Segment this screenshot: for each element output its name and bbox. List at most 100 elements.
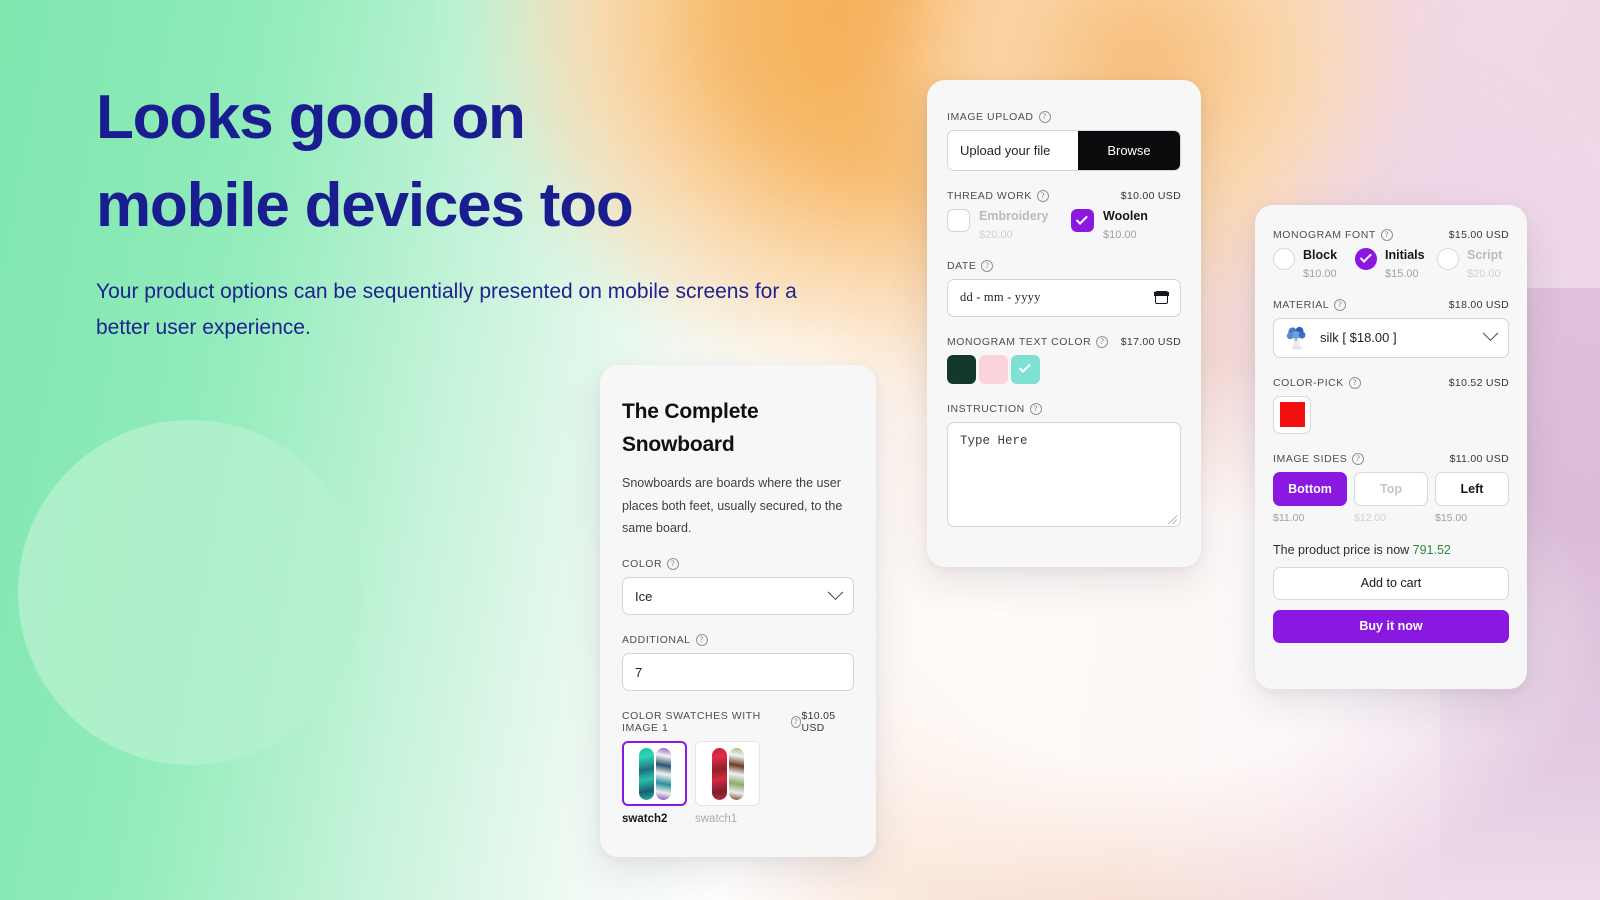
checkbox-embroidery[interactable] bbox=[947, 209, 970, 232]
options-card: MONOGRAM FONT ? $15.00 USD Block $10.00 … bbox=[1255, 205, 1527, 689]
side-option-left[interactable]: Left bbox=[1435, 471, 1509, 506]
date-input[interactable]: dd - mm - yyyy bbox=[947, 278, 1181, 317]
product-card: The Complete Snowboard Snowboards are bo… bbox=[600, 365, 876, 857]
thread-option-price: $20.00 bbox=[979, 228, 1013, 241]
thread-option-woolen[interactable]: Woolen $10.00 bbox=[1071, 209, 1181, 241]
monogram-color-label-text: MONOGRAM TEXT COLOR bbox=[947, 335, 1092, 348]
material-label: MATERIAL ? bbox=[1273, 298, 1347, 311]
date-field-header: DATE ? bbox=[947, 259, 1181, 272]
thread-option-name: Embroidery bbox=[979, 209, 1049, 223]
check-icon bbox=[1359, 250, 1372, 263]
color-swatch-dark-green[interactable] bbox=[947, 354, 976, 384]
snowboard-graphic-a bbox=[638, 747, 654, 800]
monogram-color-price: $17.00 USD bbox=[1120, 335, 1181, 348]
color-picker[interactable] bbox=[1273, 395, 1311, 434]
image-upload-label: IMAGE UPLOAD ? bbox=[947, 111, 1051, 123]
help-icon[interactable]: ? bbox=[1036, 190, 1049, 202]
font-option-text: Script $20.00 bbox=[1467, 248, 1502, 280]
image-sides-options: Bottom Top Left bbox=[1273, 471, 1509, 506]
instruction-header: INSTRUCTION ? bbox=[947, 402, 1181, 415]
page-title: Looks good on mobile devices too bbox=[96, 74, 816, 250]
color-pick-price: $10.52 USD bbox=[1448, 376, 1509, 389]
additional-label-text: ADDITIONAL bbox=[622, 634, 691, 647]
background-green-circle bbox=[18, 420, 363, 765]
color-label-text: COLOR bbox=[622, 558, 663, 571]
material-label-text: MATERIAL bbox=[1273, 298, 1330, 311]
help-icon[interactable]: ? bbox=[667, 558, 680, 571]
instruction-label-text: INSTRUCTION bbox=[947, 402, 1025, 415]
swatch-option[interactable]: swatch1 bbox=[695, 741, 760, 825]
image-sides-price: $11.00 USD bbox=[1449, 452, 1509, 465]
font-option-text: Initials $15.00 bbox=[1385, 248, 1425, 280]
swatch-image-1[interactable] bbox=[695, 741, 760, 807]
snowboard-graphic-b bbox=[655, 747, 671, 800]
thread-option-embroidery[interactable]: Embroidery $20.00 bbox=[947, 209, 1057, 241]
help-icon[interactable]: ? bbox=[1352, 452, 1365, 465]
thread-option-price: $10.00 bbox=[1103, 228, 1137, 241]
swatch-field-label: COLOR SWATCHES WITH IMAGE 1 ? bbox=[622, 710, 802, 734]
font-option-initials[interactable]: Initials $15.00 bbox=[1355, 248, 1427, 280]
help-icon[interactable]: ? bbox=[790, 716, 802, 729]
help-icon[interactable]: ? bbox=[1334, 298, 1347, 311]
color-swatch-pink[interactable] bbox=[979, 354, 1008, 384]
additional-field-header: ADDITIONAL ? bbox=[622, 634, 854, 647]
radio-block[interactable] bbox=[1273, 248, 1295, 270]
font-option-block[interactable]: Block $10.00 bbox=[1273, 248, 1345, 280]
calendar-icon[interactable] bbox=[1154, 291, 1169, 305]
chevron-down-icon bbox=[827, 584, 844, 600]
additional-input[interactable]: 7 bbox=[622, 653, 854, 692]
help-icon[interactable]: ? bbox=[1380, 229, 1393, 241]
buy-it-now-button[interactable]: Buy it now bbox=[1273, 609, 1509, 643]
check-icon bbox=[1018, 360, 1031, 374]
monogram-font-label-text: MONOGRAM FONT bbox=[1273, 229, 1376, 241]
swatch-image-2[interactable] bbox=[622, 741, 687, 807]
side-option-top[interactable]: Top bbox=[1354, 471, 1428, 506]
material-select-value: silk [ $18.00 ] bbox=[1320, 330, 1397, 346]
product-price-value: 791.52 bbox=[1412, 542, 1451, 557]
instruction-textarea[interactable]: Type Here bbox=[947, 421, 1181, 527]
side-option-bottom[interactable]: Bottom bbox=[1273, 471, 1347, 506]
page-subtitle: Your product options can be sequentially… bbox=[96, 280, 797, 340]
thread-work-options: Embroidery $20.00 Woolen $10.00 bbox=[947, 209, 1181, 241]
help-icon[interactable]: ? bbox=[1029, 402, 1042, 415]
thread-option-name: Woolen bbox=[1103, 209, 1148, 223]
image-sides-label: IMAGE SIDES ? bbox=[1273, 452, 1365, 465]
help-icon[interactable]: ? bbox=[981, 259, 994, 272]
browse-button[interactable]: Browse bbox=[1078, 131, 1180, 170]
thread-work-label: THREAD WORK ? bbox=[947, 190, 1049, 202]
page-title-line-2: mobile devices too bbox=[96, 171, 634, 241]
swatch-option[interactable]: swatch2 bbox=[622, 741, 687, 825]
help-icon[interactable]: ? bbox=[1038, 111, 1051, 123]
radio-initials[interactable] bbox=[1355, 248, 1377, 270]
color-field-header: COLOR ? bbox=[622, 558, 854, 571]
help-icon[interactable]: ? bbox=[1096, 335, 1109, 348]
help-icon[interactable]: ? bbox=[1348, 376, 1361, 389]
material-select-content: silk [ $18.00 ] bbox=[1286, 326, 1397, 350]
material-select[interactable]: silk [ $18.00 ] bbox=[1273, 317, 1509, 358]
chevron-down-icon bbox=[1482, 325, 1499, 342]
monogram-font-price: $15.00 USD bbox=[1448, 229, 1509, 241]
date-label-text: DATE bbox=[947, 259, 977, 272]
material-header: MATERIAL ? $18.00 USD bbox=[1273, 298, 1509, 311]
thread-option-text: Embroidery $20.00 bbox=[979, 209, 1048, 241]
file-upload-control[interactable]: Upload your file Browse bbox=[947, 130, 1181, 171]
color-field-label: COLOR ? bbox=[622, 558, 680, 571]
thread-work-label-text: THREAD WORK bbox=[947, 190, 1032, 202]
color-swatch-turquoise[interactable] bbox=[1011, 354, 1040, 384]
font-option-name: Block bbox=[1303, 248, 1338, 262]
hero-section: Looks good on mobile devices too Your pr… bbox=[96, 74, 816, 346]
add-to-cart-button[interactable]: Add to cart bbox=[1273, 566, 1509, 600]
monogram-color-header: MONOGRAM TEXT COLOR ? $17.00 USD bbox=[947, 335, 1181, 348]
radio-script[interactable] bbox=[1437, 248, 1459, 270]
product-price-line: The product price is now 791.52 bbox=[1273, 543, 1509, 557]
help-icon[interactable]: ? bbox=[695, 634, 708, 647]
side-price-bottom: $11.00 bbox=[1273, 511, 1305, 524]
resize-handle-icon[interactable] bbox=[1168, 514, 1177, 524]
font-option-price: $10.00 bbox=[1303, 267, 1337, 280]
product-description: Snowboards are boards where the user pla… bbox=[622, 476, 843, 535]
font-option-script[interactable]: Script $20.00 bbox=[1437, 248, 1509, 280]
color-select[interactable]: Ice bbox=[622, 577, 854, 616]
checkbox-woolen[interactable] bbox=[1071, 209, 1094, 232]
swatch-label-1: swatch1 bbox=[695, 813, 738, 826]
product-title: The Complete Snowboard bbox=[622, 400, 759, 457]
